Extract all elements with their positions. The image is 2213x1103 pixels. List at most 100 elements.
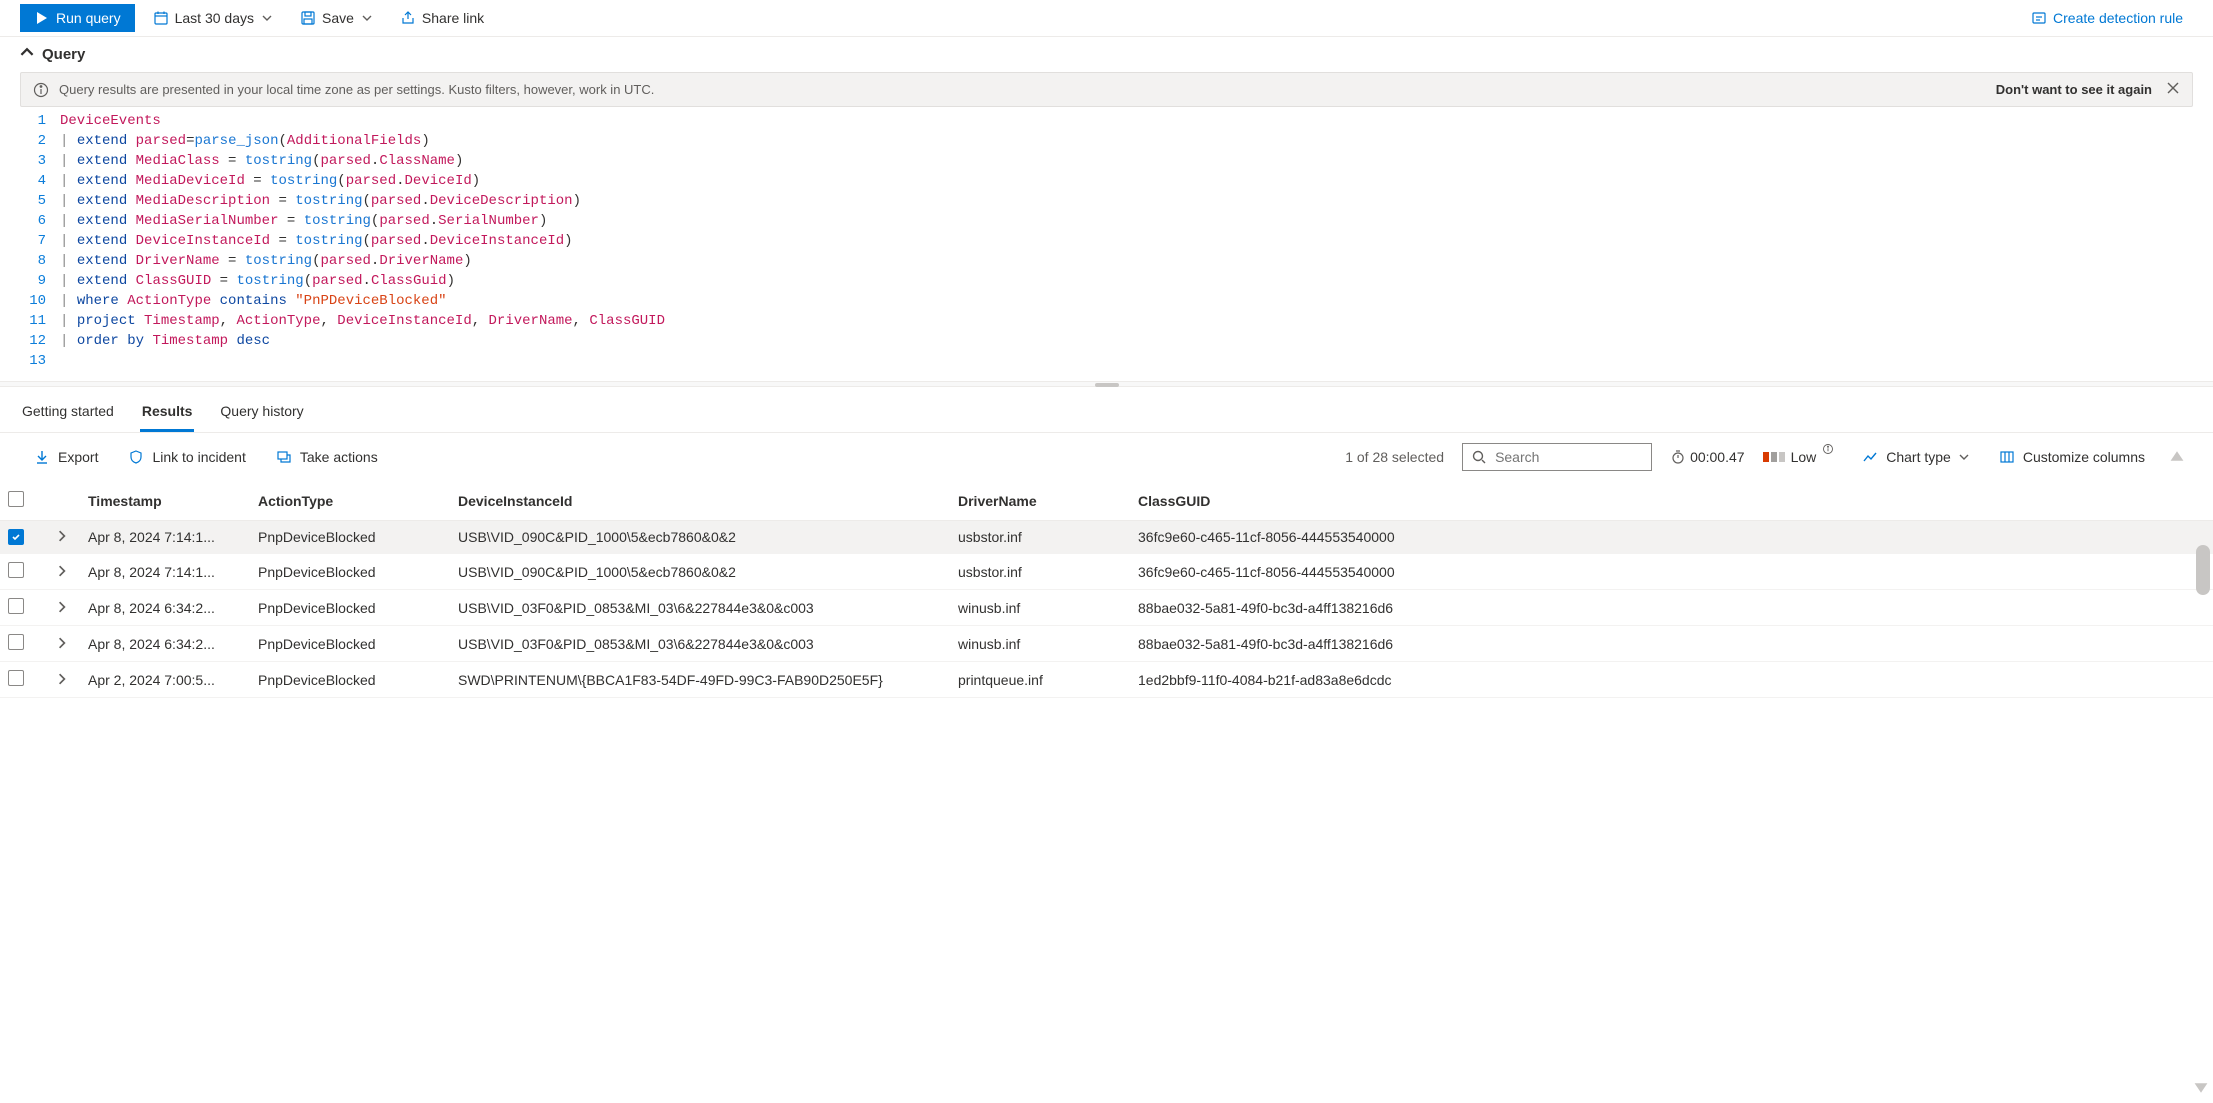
expand-row-caret[interactable] (56, 600, 68, 616)
save-icon (300, 10, 316, 26)
cell-driver: printqueue.inf (950, 662, 1130, 698)
export-label: Export (58, 449, 98, 465)
info-banner: Query results are presented in your loca… (20, 72, 2193, 107)
row-checkbox[interactable] (8, 670, 24, 686)
time-range-button[interactable]: Last 30 days (143, 4, 282, 32)
info-icon[interactable] (1822, 443, 1838, 459)
chevron-down-icon (1959, 449, 1969, 465)
share-link-label: Share link (422, 10, 484, 26)
table-row[interactable]: Apr 8, 2024 6:34:2...PnpDeviceBlockedUSB… (0, 590, 2213, 626)
info-icon (33, 82, 49, 98)
save-button[interactable]: Save (290, 4, 382, 32)
row-checkbox[interactable] (8, 634, 24, 650)
severity-label: Low (1791, 449, 1817, 465)
line-number: 4 (20, 171, 46, 191)
shield-icon (128, 449, 144, 465)
share-link-button[interactable]: Share link (390, 4, 494, 32)
code-line[interactable] (60, 351, 665, 371)
table-row[interactable]: Apr 8, 2024 7:14:1...PnpDeviceBlockedUSB… (0, 554, 2213, 590)
cell-guid: 88bae032-5a81-49f0-bc3d-a4ff138216d6 (1130, 590, 2213, 626)
splitter[interactable] (0, 381, 2213, 387)
chevron-up-icon (20, 45, 34, 63)
code-line[interactable]: | extend MediaClass = tostring(parsed.Cl… (60, 151, 665, 171)
cell-action: PnpDeviceBlocked (250, 626, 450, 662)
search-icon (1471, 449, 1487, 465)
tab-query-history[interactable]: Query history (218, 395, 305, 432)
download-icon (34, 449, 50, 465)
col-deviceinstanceid[interactable]: DeviceInstanceId (450, 481, 950, 521)
search-input[interactable] (1493, 448, 1643, 466)
line-number: 1 (20, 111, 46, 131)
query-section-header[interactable]: Query (0, 37, 2213, 72)
play-icon (34, 10, 50, 26)
share-icon (400, 10, 416, 26)
severity-indicator: Low (1763, 449, 1839, 465)
tab-getting-started[interactable]: Getting started (20, 395, 116, 432)
col-timestamp[interactable]: Timestamp (80, 481, 250, 521)
table-row[interactable]: Apr 2, 2024 7:00:5...PnpDeviceBlockedSWD… (0, 662, 2213, 698)
scroll-down-icon[interactable] (2193, 1080, 2209, 1099)
chart-icon (1862, 449, 1878, 465)
code-line[interactable]: | extend ClassGUID = tostring(parsed.Cla… (60, 271, 665, 291)
code-line[interactable]: | extend parsed=parse_json(AdditionalFie… (60, 131, 665, 151)
expand-row-caret[interactable] (56, 529, 68, 545)
search-box[interactable] (1462, 443, 1652, 471)
export-button[interactable]: Export (28, 448, 104, 466)
col-actiontype[interactable]: ActionType (250, 481, 450, 521)
select-all-checkbox[interactable] (8, 491, 24, 507)
link-incident-button[interactable]: Link to incident (122, 448, 251, 466)
row-checkbox[interactable] (8, 598, 24, 614)
expand-row-caret[interactable] (56, 636, 68, 652)
code-line[interactable]: | where ActionType contains "PnPDeviceBl… (60, 291, 665, 311)
expand-row-caret[interactable] (56, 672, 68, 688)
detection-rule-icon (2031, 10, 2047, 26)
line-number: 11 (20, 311, 46, 331)
cell-inst: USB\VID_03F0&PID_0853&MI_03\6&227844e3&0… (450, 626, 950, 662)
code-line[interactable]: | extend DriverName = tostring(parsed.Dr… (60, 251, 665, 271)
tab-results[interactable]: Results (140, 395, 195, 432)
dont-show-again-link[interactable]: Don't want to see it again (1996, 82, 2152, 97)
cell-driver: usbstor.inf (950, 554, 1130, 590)
cell-inst: USB\VID_090C&PID_1000\5&ecb7860&0&2 (450, 554, 950, 590)
run-query-button[interactable]: Run query (20, 4, 135, 32)
table-row[interactable]: Apr 8, 2024 6:34:2...PnpDeviceBlockedUSB… (0, 626, 2213, 662)
results-table: Timestamp ActionType DeviceInstanceId Dr… (0, 481, 2213, 698)
cell-driver: winusb.inf (950, 626, 1130, 662)
close-icon[interactable] (2166, 81, 2180, 98)
expand-row-caret[interactable] (56, 564, 68, 580)
code-line[interactable]: | extend DeviceInstanceId = tostring(par… (60, 231, 665, 251)
customize-columns-button[interactable]: Customize columns (1993, 448, 2151, 466)
line-number: 6 (20, 211, 46, 231)
code-line[interactable]: | extend MediaDeviceId = tostring(parsed… (60, 171, 665, 191)
line-number: 2 (20, 131, 46, 151)
create-detection-label: Create detection rule (2053, 10, 2183, 26)
code-line[interactable]: | project Timestamp, ActionType, DeviceI… (60, 311, 665, 331)
chart-type-button[interactable]: Chart type (1856, 448, 1975, 466)
cell-action: PnpDeviceBlocked (250, 521, 450, 554)
scrollbar-thumb[interactable] (2196, 545, 2210, 595)
cell-ts: Apr 8, 2024 7:14:1... (80, 554, 250, 590)
customize-label: Customize columns (2023, 449, 2145, 465)
cell-inst: USB\VID_090C&PID_1000\5&ecb7860&0&2 (450, 521, 950, 554)
columns-icon (1999, 449, 2015, 465)
cell-guid: 88bae032-5a81-49f0-bc3d-a4ff138216d6 (1130, 626, 2213, 662)
create-detection-button[interactable]: Create detection rule (2021, 4, 2193, 32)
line-number: 12 (20, 331, 46, 351)
code-line[interactable]: | order by Timestamp desc (60, 331, 665, 351)
time-range-label: Last 30 days (175, 10, 254, 26)
scroll-up-icon[interactable] (2169, 448, 2185, 467)
results-action-bar: Export Link to incident Take actions 1 o… (0, 433, 2213, 481)
table-row[interactable]: Apr 8, 2024 7:14:1...PnpDeviceBlockedUSB… (0, 521, 2213, 554)
code-line[interactable]: | extend MediaDescription = tostring(par… (60, 191, 665, 211)
chevron-down-icon (262, 10, 272, 26)
chart-type-label: Chart type (1886, 449, 1951, 465)
col-drivername[interactable]: DriverName (950, 481, 1130, 521)
code-line[interactable]: DeviceEvents (60, 111, 665, 131)
code-line[interactable]: | extend MediaSerialNumber = tostring(pa… (60, 211, 665, 231)
row-checkbox[interactable] (8, 562, 24, 578)
col-classguid[interactable]: ClassGUID (1130, 481, 2213, 521)
row-checkbox[interactable] (8, 529, 24, 545)
take-actions-button[interactable]: Take actions (270, 448, 384, 466)
timer-value: 00:00.47 (1690, 449, 1745, 465)
query-editor[interactable]: 12345678910111213 DeviceEvents| extend p… (0, 107, 2213, 381)
